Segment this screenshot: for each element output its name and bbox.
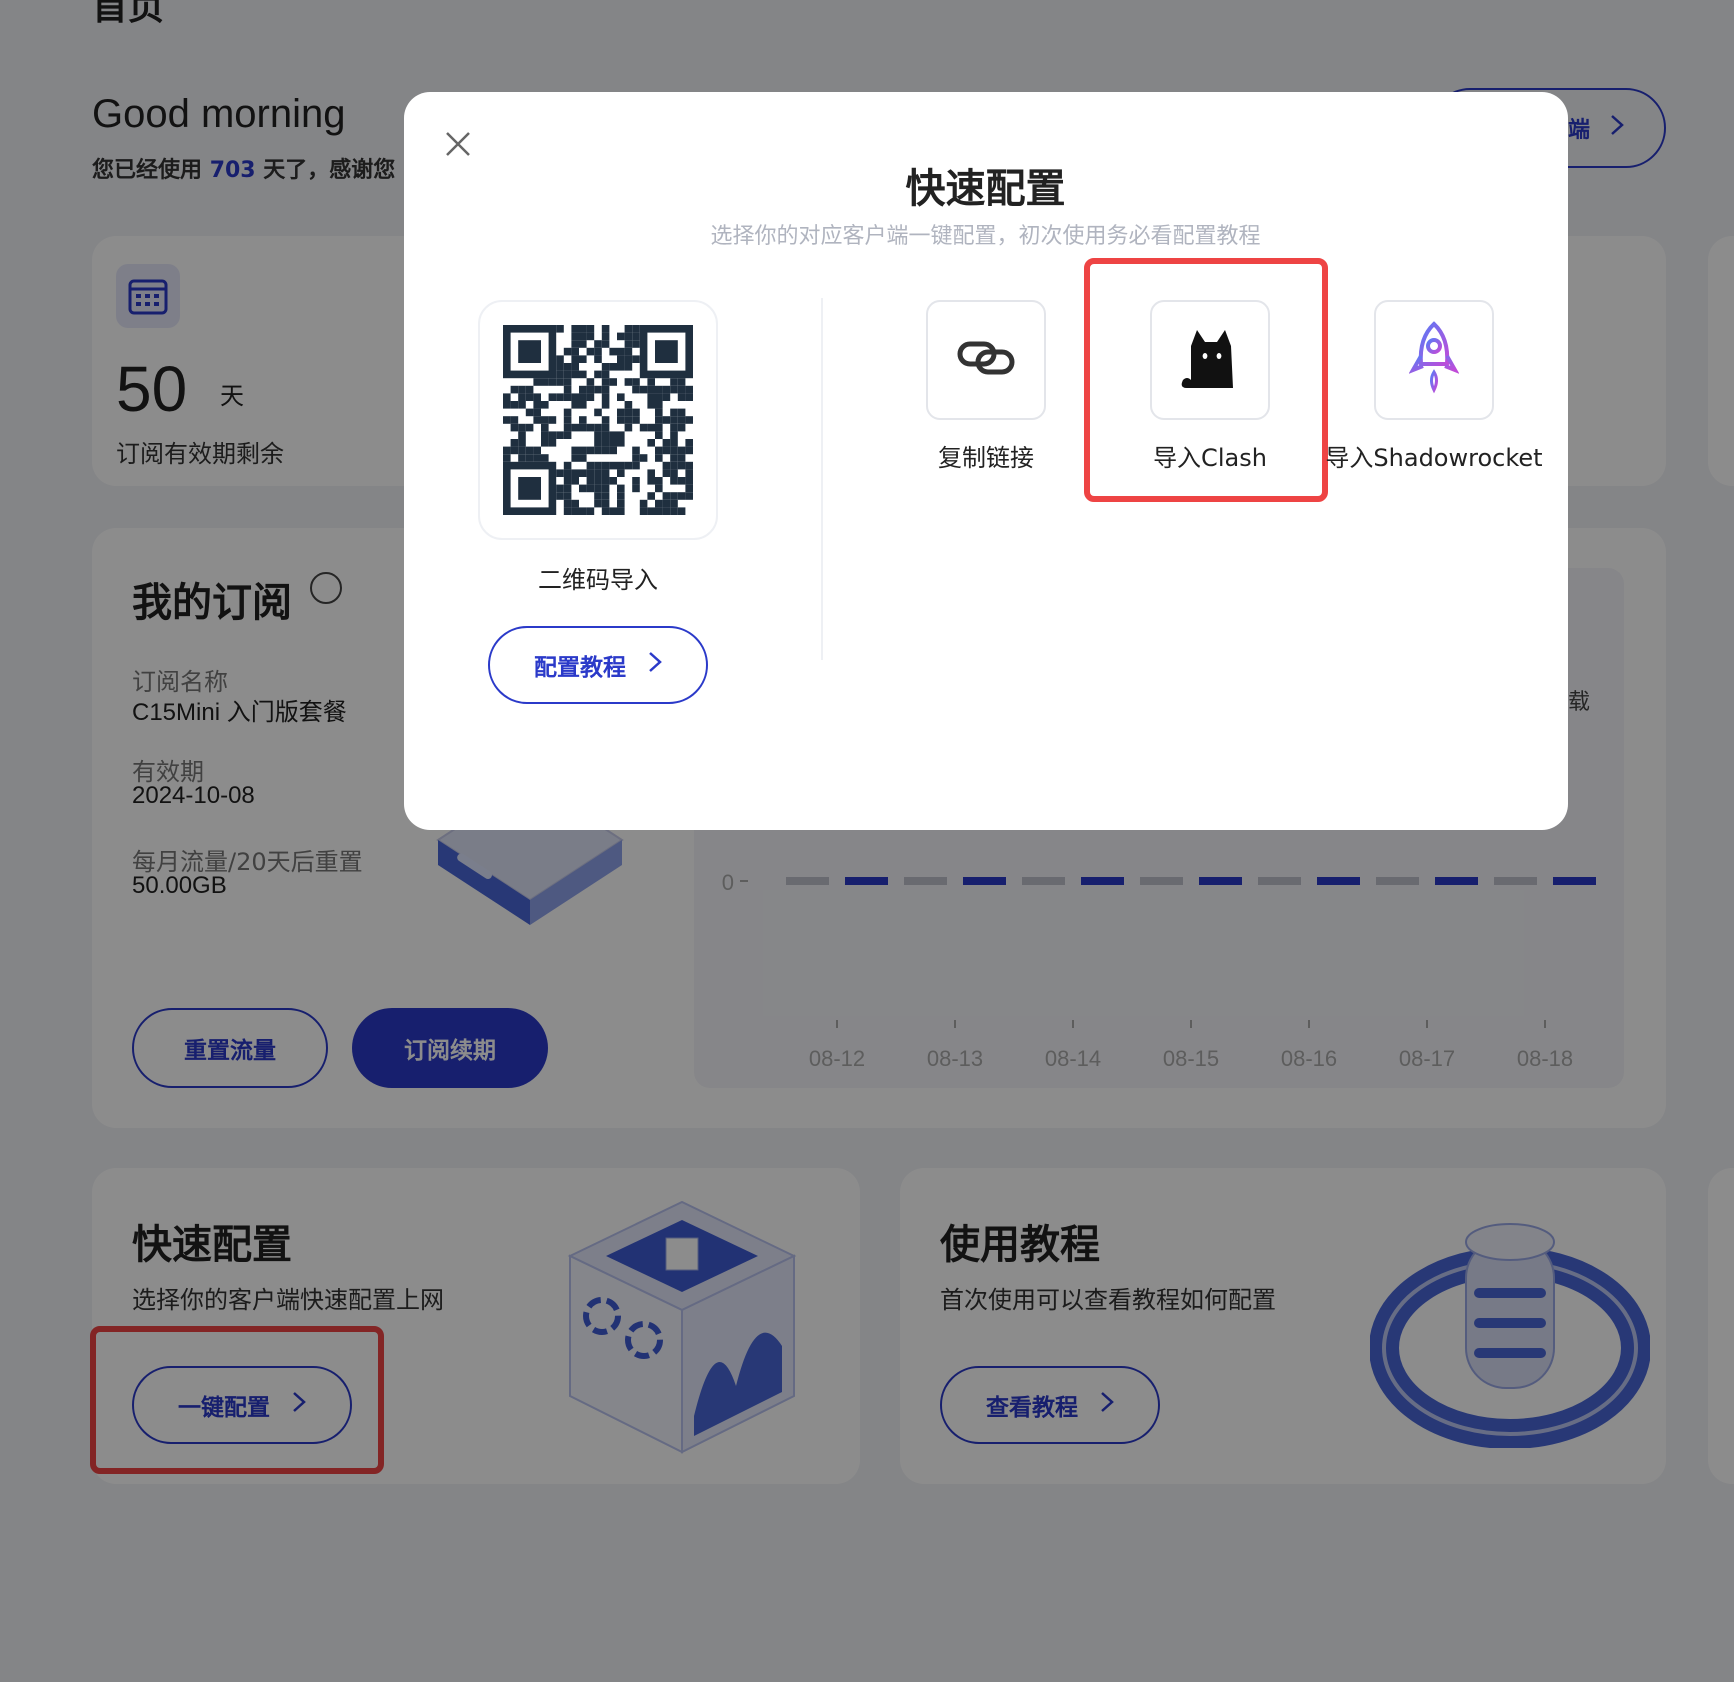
modal-divider (821, 298, 823, 660)
copy-link-label[interactable]: 复制链接 (886, 438, 1086, 473)
copy-link-tile[interactable] (926, 300, 1046, 420)
modal-subtitle: 选择你的对应客户端一键配置，初次使用务必看配置教程 (710, 224, 1261, 249)
qr-code-icon (503, 325, 693, 515)
config-tutorial-button[interactable]: 配置教程 (488, 626, 708, 704)
import-shadowrocket-tile[interactable] (1374, 300, 1494, 420)
chevron-right-icon (648, 651, 662, 679)
modal-title: 快速配置 (905, 166, 1066, 212)
rocket-icon (1408, 320, 1460, 400)
close-icon[interactable] (444, 130, 472, 158)
highlight-box-clash (1084, 258, 1328, 502)
import-shadowrocket-label[interactable]: 导入Shadowrocket (1324, 438, 1544, 473)
qr-code-box[interactable] (478, 300, 718, 540)
qr-import-label: 二维码导入 (538, 566, 658, 594)
config-tutorial-label: 配置教程 (534, 655, 626, 681)
link-icon (956, 338, 1016, 382)
